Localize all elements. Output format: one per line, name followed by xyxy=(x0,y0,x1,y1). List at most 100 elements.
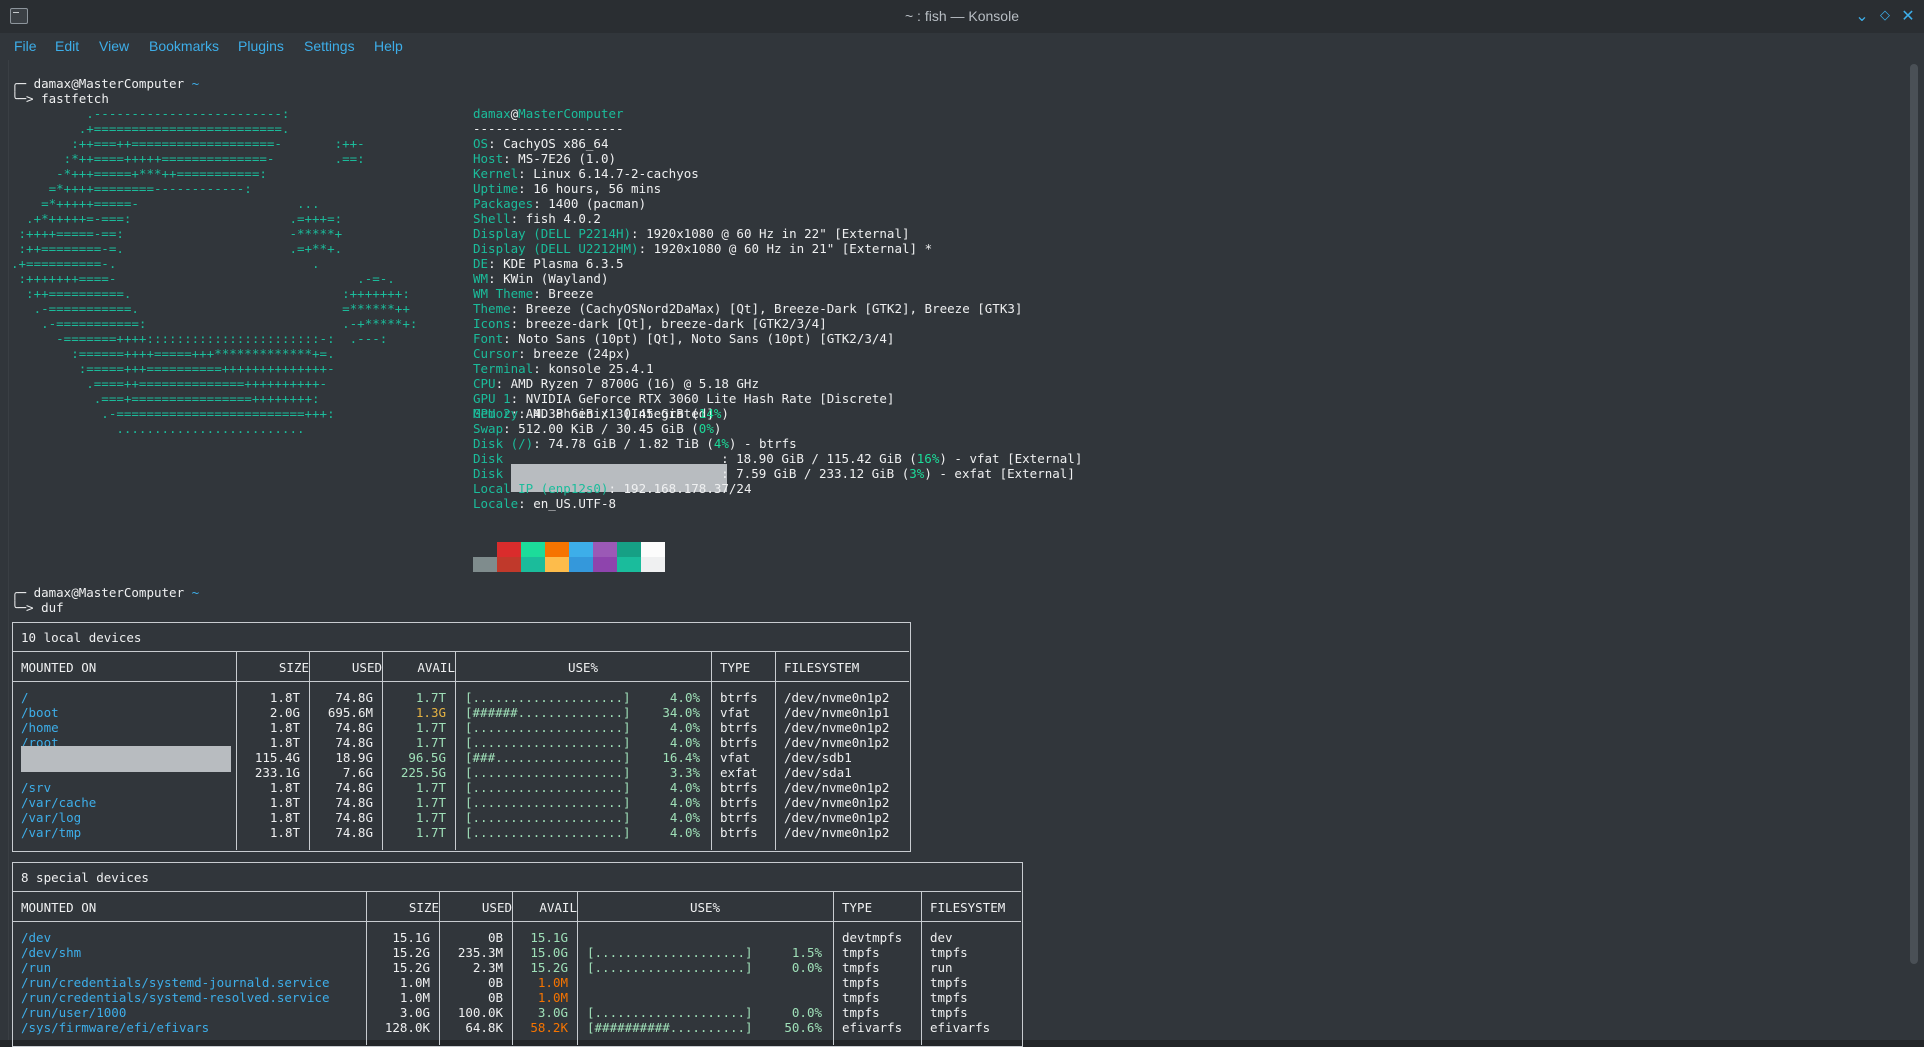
mount-point[interactable]: /var/log xyxy=(21,810,81,825)
palette-swatch xyxy=(473,542,497,557)
fetch-separator: -------------------- xyxy=(473,121,624,136)
disk2-label: Disk xyxy=(473,451,504,466)
maximize-icon[interactable]: ◇ xyxy=(1875,6,1895,26)
fetch-host: MasterComputer xyxy=(518,106,624,121)
usage-percent: 34.0% xyxy=(662,705,700,720)
menu-plugins[interactable]: Plugins xyxy=(238,38,284,54)
usage-percent: 4.0% xyxy=(669,720,700,735)
disk-root-percent: 4% xyxy=(713,436,729,451)
used-value: 74.8G xyxy=(335,720,373,735)
logo-line: :++===++===================- :++- xyxy=(11,136,365,151)
fetch-value: AMD Ryzen 7 8700G (16) @ 5.18 GHz xyxy=(510,376,759,391)
fetch-row: Theme: Breeze (CachyOSNord2DaMax) [Qt], … xyxy=(473,301,1022,316)
filesystem-value: /dev/nvme0n1p2 xyxy=(784,795,890,810)
table-header: SIZE xyxy=(278,660,309,675)
palette-swatch xyxy=(497,557,521,572)
avail-value: 3.0G xyxy=(537,1005,568,1020)
mount-point[interactable]: /srv xyxy=(21,780,51,795)
avail-value: 15.1G xyxy=(530,930,568,945)
fetch-label: Packages xyxy=(473,196,534,211)
palette-swatch xyxy=(569,542,593,557)
fetch-label: Cursor xyxy=(473,346,519,361)
fetch-label: Theme xyxy=(473,301,511,316)
fetch-row: Packages: 1400 (pacman) xyxy=(473,196,646,211)
fetch-row: Terminal: konsole 25.4.1 xyxy=(473,361,654,376)
palette-swatch xyxy=(641,542,665,557)
fetch-colon: : xyxy=(533,286,549,301)
logo-line: .-=========================+++: xyxy=(11,406,335,421)
mount-point[interactable]: /var/tmp xyxy=(21,825,81,840)
menu-help[interactable]: Help xyxy=(374,38,403,54)
type-value: btrfs xyxy=(720,690,758,705)
mount-point[interactable]: /sys/firmware/efi/efivars xyxy=(21,1020,209,1035)
disk2-percent: 16% xyxy=(916,451,940,466)
menu-settings[interactable]: Settings xyxy=(304,38,355,54)
menu-view[interactable]: View xyxy=(99,38,129,54)
size-value: 2.0G xyxy=(269,705,300,720)
close-icon[interactable]: ✕ xyxy=(1898,6,1918,26)
usage-percent: 4.0% xyxy=(669,795,700,810)
fetch-locale: Locale: en_US.UTF-8 xyxy=(473,496,617,511)
menu-bookmarks[interactable]: Bookmarks xyxy=(149,38,219,54)
menu-file[interactable]: File xyxy=(14,38,37,54)
logo-line: :++++=====-==: -*****+ xyxy=(11,226,343,241)
title-bar[interactable]: ~ : fish — Konsole ⌄ ◇ ✕ xyxy=(0,0,1924,34)
used-value: 74.8G xyxy=(335,690,373,705)
type-value: btrfs xyxy=(720,795,758,810)
logo-line: :++========-=. .=+**+. xyxy=(11,241,343,256)
fetch-row: Uptime: 16 hours, 56 mins xyxy=(473,181,661,196)
avail-value: 15.0G xyxy=(530,945,568,960)
fetch-value: konsole 25.4.1 xyxy=(548,361,654,376)
palette-swatch xyxy=(593,542,617,557)
logo-line: =*+++++=====- ... xyxy=(11,196,320,211)
mount-point[interactable]: /var/cache xyxy=(21,795,96,810)
terminal-area[interactable]: ╭─ damax@MasterComputer ~ ╰─> fastfetch … xyxy=(8,60,1907,1047)
disk-root-suffix: ) - btrfs xyxy=(728,436,797,451)
mount-point[interactable]: /run/user/1000 xyxy=(21,1005,126,1020)
mount-point[interactable]: /boot xyxy=(21,705,59,720)
usage-percent: 4.0% xyxy=(669,810,700,825)
fetch-disk-3: Disk: 7.59 GiB / 233.12 GiB (3%) - exfat… xyxy=(473,466,1075,481)
filesystem-value: tmpfs xyxy=(930,945,968,960)
mount-point[interactable]: /run/credentials/systemd-resolved.servic… xyxy=(21,990,330,1005)
mount-point[interactable]: /dev xyxy=(21,930,51,945)
mount-point[interactable]: /run/credentials/systemd-journald.servic… xyxy=(21,975,330,990)
prompt-path: ~ xyxy=(191,76,200,91)
fetch-local-ip: Local IP (enp12s0): 192.168.178.37/24 xyxy=(473,481,752,496)
fetch-label: Terminal xyxy=(473,361,534,376)
mount-point[interactable]: /run xyxy=(21,960,51,975)
mount-point[interactable]: / xyxy=(21,690,29,705)
table-col-line xyxy=(921,891,922,1045)
type-value: btrfs xyxy=(720,735,758,750)
palette-swatch xyxy=(521,542,545,557)
minimize-icon[interactable]: ⌄ xyxy=(1852,6,1872,26)
fetch-value: Breeze (CachyOSNord2DaMax) [Qt], Breeze-… xyxy=(525,301,1023,316)
used-value: 7.6G xyxy=(342,765,373,780)
fetch-label: GPU 1 xyxy=(473,391,511,406)
avail-value: 58.2K xyxy=(530,1020,568,1035)
size-value: 1.0M xyxy=(399,975,430,990)
prompt-line-2: ╭─ damax@MasterComputer ~ xyxy=(11,585,200,600)
fetch-colon: : xyxy=(488,271,504,286)
usage-percent: 0.0% xyxy=(791,1005,822,1020)
scrollbar[interactable] xyxy=(1910,64,1918,964)
size-value: 1.8T xyxy=(269,690,300,705)
table-header: AVAIL xyxy=(417,660,455,675)
type-value: efivarfs xyxy=(842,1020,903,1035)
prompt-path-2: ~ xyxy=(191,585,200,600)
used-value: 74.8G xyxy=(335,795,373,810)
size-value: 1.8T xyxy=(269,795,300,810)
avail-value: 15.2G xyxy=(530,960,568,975)
table-header: MOUNTED ON xyxy=(21,660,97,675)
menu-edit[interactable]: Edit xyxy=(55,38,79,54)
mount-point[interactable]: /dev/shm xyxy=(21,945,81,960)
swap-value: 512.00 KiB / 30.45 GiB ( xyxy=(518,421,699,436)
fetch-colon: : xyxy=(518,181,534,196)
fetch-label: Host xyxy=(473,151,504,166)
table-col-line xyxy=(711,651,712,850)
fetch-row: WM Theme: Breeze xyxy=(473,286,593,301)
mount-point[interactable]: /home xyxy=(21,720,59,735)
fetch-value: breeze (24px) xyxy=(533,346,632,361)
filesystem-value: tmpfs xyxy=(930,990,968,1005)
usage-percent: 4.0% xyxy=(669,690,700,705)
